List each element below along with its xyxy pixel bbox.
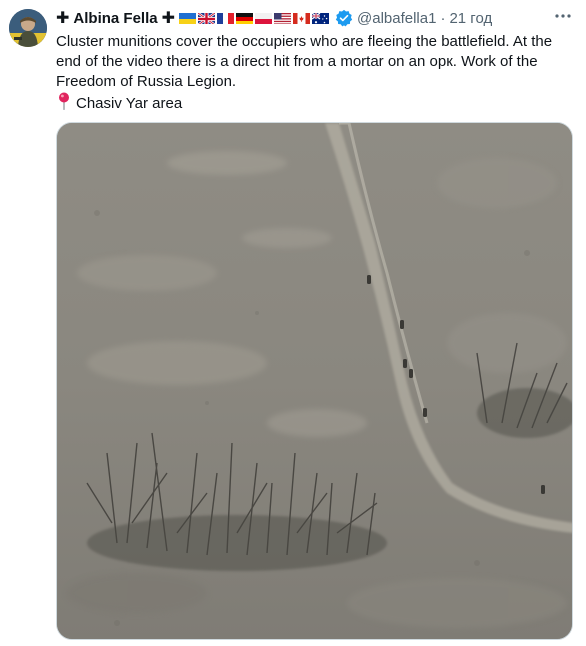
cross-icon: ✚ <box>56 10 70 27</box>
tweet-card[interactable]: ✚ Albina Fella ✚ @albafella1 · 21 год Cl… <box>0 0 586 646</box>
tweet-location: Chasiv Yar area <box>56 92 182 116</box>
location-text: Chasiv Yar area <box>76 95 183 112</box>
video-frame <box>57 123 572 639</box>
avatar[interactable] <box>9 9 47 47</box>
uk-flag-icon <box>198 12 215 24</box>
video-media[interactable] <box>56 122 573 640</box>
usa-flag-icon <box>274 12 291 24</box>
flag-list <box>179 12 331 24</box>
canada-flag-icon <box>293 12 310 24</box>
round-pushpin-icon <box>58 92 70 116</box>
germany-flag-icon <box>236 12 253 24</box>
cross-icon: ✚ <box>161 10 175 27</box>
timestamp[interactable]: 21 год <box>449 10 492 27</box>
author-name[interactable]: Albina Fella <box>73 10 157 27</box>
tweet-body: Cluster munitions cover the occupiers wh… <box>56 33 553 90</box>
author-handle[interactable]: @albafella1 <box>357 10 436 27</box>
more-icon[interactable] <box>552 6 574 26</box>
tweet-text: Cluster munitions cover the occupiers wh… <box>56 32 571 92</box>
verified-badge-icon <box>335 9 353 27</box>
australia-flag-icon <box>312 12 329 24</box>
poland-flag-icon <box>255 12 272 24</box>
france-flag-icon <box>217 12 234 24</box>
tweet-header: ✚ Albina Fella ✚ @albafella1 · 21 год <box>56 8 492 28</box>
separator: · <box>440 9 446 27</box>
ukraine-flag-icon <box>179 12 196 24</box>
